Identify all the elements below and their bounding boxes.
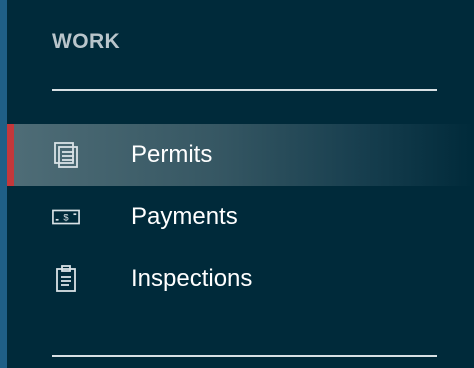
sidebar-item-permits[interactable]: Permits: [7, 124, 474, 186]
payments-icon: $: [52, 202, 80, 232]
permits-icon: [52, 140, 80, 170]
svg-text:$: $: [63, 213, 69, 223]
sidebar-item-label: Inspections: [131, 265, 253, 292]
sidebar: WORK Permits $ Payments Inspections: [0, 0, 474, 368]
sidebar-item-label: Permits: [131, 141, 213, 168]
divider-top: [52, 89, 437, 91]
sidebar-item-label: Payments: [131, 203, 238, 230]
sidebar-item-payments[interactable]: $ Payments: [7, 186, 474, 248]
sidebar-left-edge: [0, 0, 7, 368]
sidebar-item-inspections[interactable]: Inspections: [7, 248, 474, 310]
section-title: WORK: [52, 30, 121, 53]
divider-bottom: [52, 355, 437, 357]
inspections-icon: [52, 264, 80, 294]
